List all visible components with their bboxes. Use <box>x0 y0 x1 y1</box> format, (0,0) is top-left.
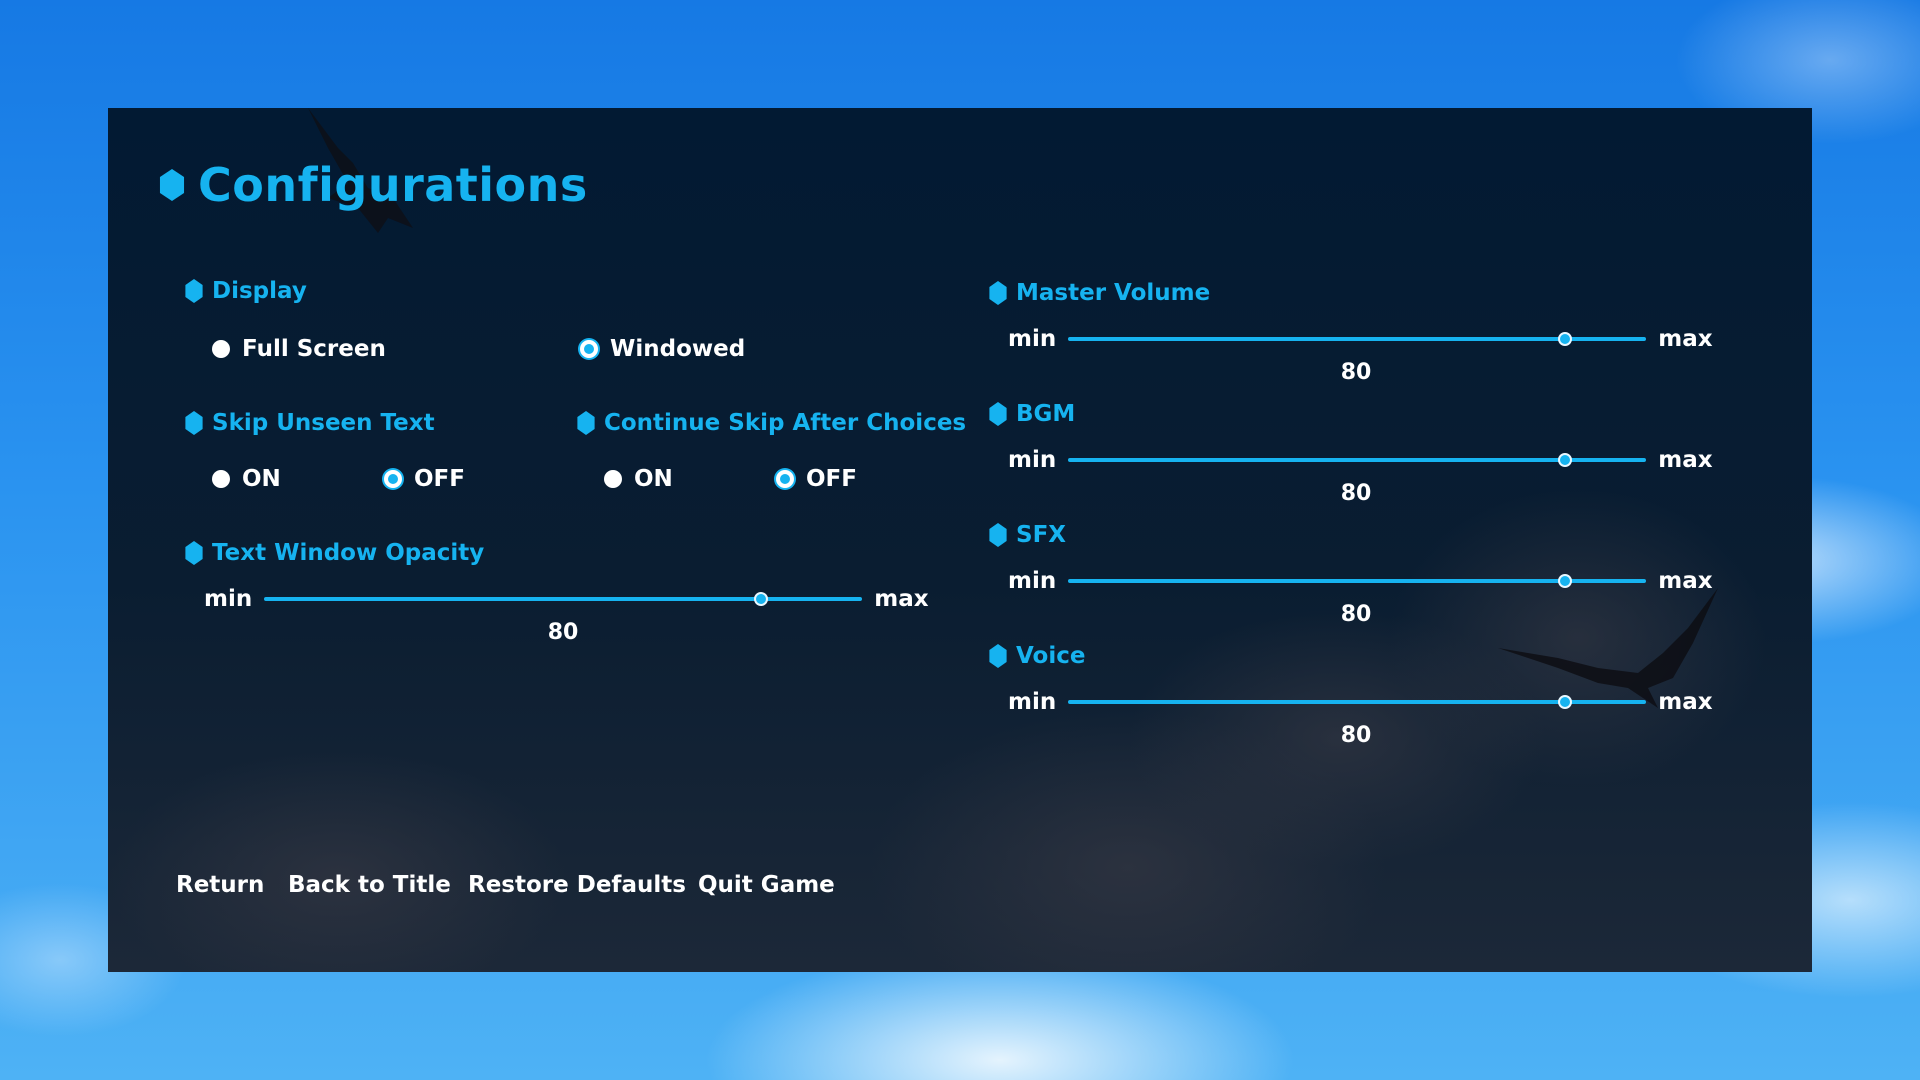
slider-max-label: max <box>1658 689 1713 715</box>
page-title: Configurations <box>158 158 588 212</box>
radio-selected-icon[interactable] <box>776 470 794 488</box>
skip-unseen-on-option[interactable]: ON <box>212 466 281 492</box>
sfx-section-header: SFX <box>988 522 1066 548</box>
bgm-label: BGM <box>1016 401 1076 427</box>
continue-skip-label: Continue Skip After Choices <box>604 410 967 436</box>
voice-section-header: Voice <box>988 643 1085 669</box>
hexagon-icon <box>185 279 203 303</box>
hexagon-icon <box>989 281 1007 305</box>
bgm-value: 80 <box>1340 481 1372 506</box>
slider-min-label: min <box>1008 568 1057 594</box>
option-label: Windowed <box>610 336 746 362</box>
back-to-title-button[interactable]: Back to Title <box>288 872 451 898</box>
master-volume-label: Master Volume <box>1016 280 1211 306</box>
radio-selected-icon[interactable] <box>580 340 598 358</box>
text-opacity-slider[interactable] <box>264 592 863 606</box>
sfx-label: SFX <box>1016 522 1067 548</box>
master-volume-value: 80 <box>1340 360 1372 385</box>
hexagon-icon <box>159 169 185 201</box>
option-label: OFF <box>806 466 857 492</box>
slider-thumb[interactable] <box>1558 453 1573 467</box>
restore-defaults-button[interactable]: Restore Defaults <box>468 872 686 898</box>
slider-min-label: min <box>1008 447 1057 473</box>
config-panel: Configurations Display Full Screen Windo… <box>108 108 1812 972</box>
option-label: ON <box>634 466 673 492</box>
continue-skip-off-option[interactable]: OFF <box>776 466 857 492</box>
radio-unselected-icon[interactable] <box>604 470 622 488</box>
text-opacity-section-header: Text Window Opacity <box>184 540 484 566</box>
voice-value: 80 <box>1340 723 1372 748</box>
slider-max-label: max <box>1658 568 1713 594</box>
text-opacity-slider-row: min max <box>204 586 929 612</box>
bgm-slider-row: min max <box>1008 447 1713 473</box>
voice-slider-row: min max <box>1008 689 1713 715</box>
continue-skip-section-header: Continue Skip After Choices <box>576 410 966 436</box>
text-opacity-label: Text Window Opacity <box>212 540 485 566</box>
option-label: OFF <box>414 466 465 492</box>
slider-min-label: min <box>1008 689 1057 715</box>
voice-slider[interactable] <box>1068 695 1647 709</box>
hexagon-icon <box>989 523 1007 547</box>
hexagon-icon <box>577 411 595 435</box>
option-label: Full Screen <box>242 336 386 362</box>
radio-unselected-icon[interactable] <box>212 340 230 358</box>
quit-game-button[interactable]: Quit Game <box>698 872 835 898</box>
display-fullscreen-option[interactable]: Full Screen <box>212 336 386 362</box>
master-volume-slider-row: min max <box>1008 326 1713 352</box>
master-volume-section-header: Master Volume <box>988 280 1210 306</box>
bgm-section-header: BGM <box>988 401 1075 427</box>
master-volume-slider[interactable] <box>1068 332 1647 346</box>
slider-max-label: max <box>1658 326 1713 352</box>
skip-unseen-label: Skip Unseen Text <box>212 410 435 436</box>
display-windowed-option[interactable]: Windowed <box>580 336 745 362</box>
skip-unseen-section-header: Skip Unseen Text <box>184 410 435 436</box>
slider-min-label: min <box>1008 326 1057 352</box>
hexagon-icon <box>989 402 1007 426</box>
sfx-value: 80 <box>1340 602 1372 627</box>
hexagon-icon <box>989 644 1007 668</box>
display-section-header: Display <box>184 278 307 304</box>
slider-thumb[interactable] <box>1558 574 1573 588</box>
slider-min-label: min <box>204 586 253 612</box>
slider-thumb[interactable] <box>1558 695 1573 709</box>
bgm-slider[interactable] <box>1068 453 1647 467</box>
radio-unselected-icon[interactable] <box>212 470 230 488</box>
hexagon-icon <box>185 411 203 435</box>
sfx-slider-row: min max <box>1008 568 1713 594</box>
page-title-text: Configurations <box>198 158 588 212</box>
slider-max-label: max <box>874 586 929 612</box>
sfx-slider[interactable] <box>1068 574 1647 588</box>
option-label: ON <box>242 466 281 492</box>
text-opacity-value: 80 <box>547 620 579 645</box>
hexagon-icon <box>185 541 203 565</box>
return-button[interactable]: Return <box>176 872 264 898</box>
slider-thumb[interactable] <box>753 592 768 606</box>
continue-skip-on-option[interactable]: ON <box>604 466 673 492</box>
skip-unseen-off-option[interactable]: OFF <box>384 466 465 492</box>
slider-max-label: max <box>1658 447 1713 473</box>
voice-label: Voice <box>1016 643 1086 669</box>
slider-thumb[interactable] <box>1558 332 1573 346</box>
display-label: Display <box>212 278 307 304</box>
radio-selected-icon[interactable] <box>384 470 402 488</box>
